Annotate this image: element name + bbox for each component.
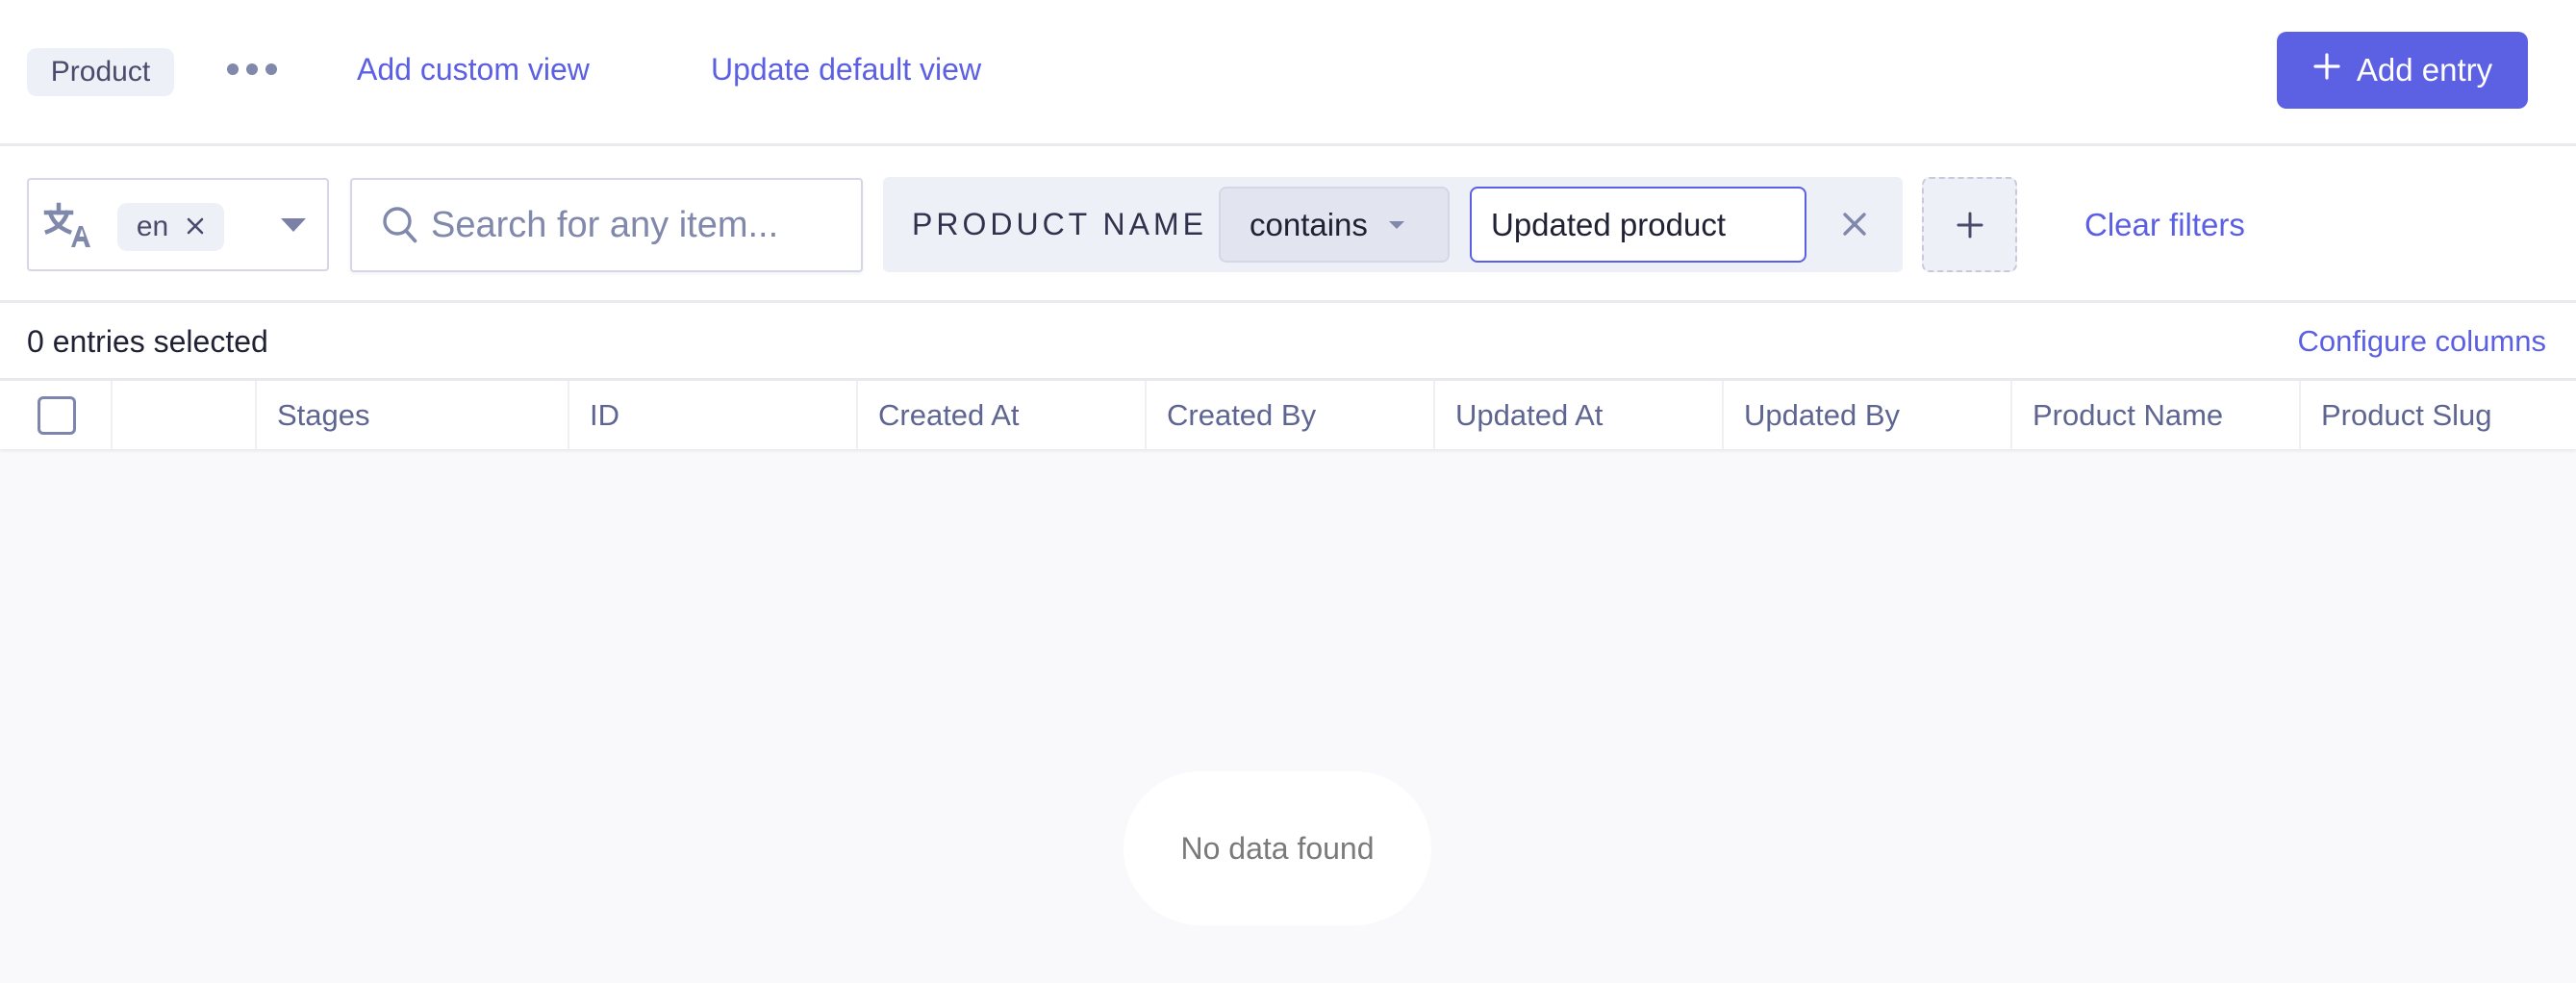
remove-filter-button[interactable] — [1835, 204, 1874, 244]
update-default-view-link[interactable]: Update default view — [711, 46, 981, 92]
select-all-cell — [0, 381, 113, 449]
configure-columns-link[interactable]: Configure columns — [2298, 306, 2546, 377]
locale-chip-label: en — [137, 211, 168, 243]
more-horizontal-icon-dot — [265, 63, 277, 75]
active-filter: PRODUCT NAME contains — [883, 177, 1903, 272]
column-header-created-by[interactable]: Created By — [1147, 381, 1435, 449]
more-horizontal-icon — [227, 63, 239, 75]
close-icon — [1841, 211, 1868, 238]
more-horizontal-icon-dot — [246, 63, 258, 75]
translate-icon — [42, 201, 92, 251]
view-header: Product Add custom view Update default v… — [0, 0, 2576, 146]
column-header-created-at[interactable]: Created At — [858, 381, 1147, 449]
clear-filters-link[interactable]: Clear filters — [2084, 177, 2245, 272]
column-header-updated-at[interactable]: Updated At — [1435, 381, 1724, 449]
add-entry-label: Add entry — [2357, 52, 2492, 88]
filter-value-input[interactable] — [1470, 187, 1806, 263]
column-header-id[interactable]: ID — [569, 381, 858, 449]
table-header-row: Stages ID Created At Created By Updated … — [0, 378, 2576, 449]
column-header-actions — [113, 381, 257, 449]
filter-operator-value: contains — [1250, 207, 1368, 243]
locale-select[interactable]: en — [27, 178, 329, 271]
add-entry-button[interactable]: Add entry — [2277, 32, 2528, 109]
caret-down-icon[interactable] — [281, 218, 306, 232]
current-view-tab[interactable]: Product — [27, 48, 174, 96]
add-filter-button[interactable] — [1922, 177, 2017, 272]
column-header-product-name[interactable]: Product Name — [2012, 381, 2301, 449]
column-header-stages[interactable]: Stages — [257, 381, 569, 449]
selected-entries-count: 0 entries selected — [27, 306, 268, 377]
search-field[interactable] — [350, 178, 863, 272]
empty-state-message: No data found — [1180, 831, 1374, 867]
add-custom-view-link[interactable]: Add custom view — [357, 46, 590, 92]
selection-bar: 0 entries selected Configure columns — [0, 306, 2576, 380]
caret-down-icon — [1389, 221, 1404, 229]
search-input[interactable] — [431, 205, 854, 246]
table-body: No data found — [0, 449, 2576, 983]
filter-field-label: PRODUCT NAME — [912, 177, 1207, 272]
column-header-product-slug[interactable]: Product Slug — [2301, 381, 2576, 449]
plus-icon — [2312, 49, 2341, 88]
column-header-updated-by[interactable]: Updated By — [1724, 381, 2012, 449]
empty-state: No data found — [1124, 771, 1431, 925]
filter-toolbar: en PRODUCT NAME contains Clear filters — [0, 149, 2576, 303]
search-icon — [381, 205, 419, 245]
more-options-button[interactable] — [227, 56, 277, 83]
locale-chip: en — [117, 203, 224, 251]
current-view-label: Product — [51, 56, 150, 88]
plus-icon — [1956, 211, 1984, 239]
filter-operator-select[interactable]: contains — [1219, 187, 1450, 263]
select-all-checkbox[interactable] — [38, 396, 76, 435]
close-icon[interactable] — [186, 211, 205, 243]
